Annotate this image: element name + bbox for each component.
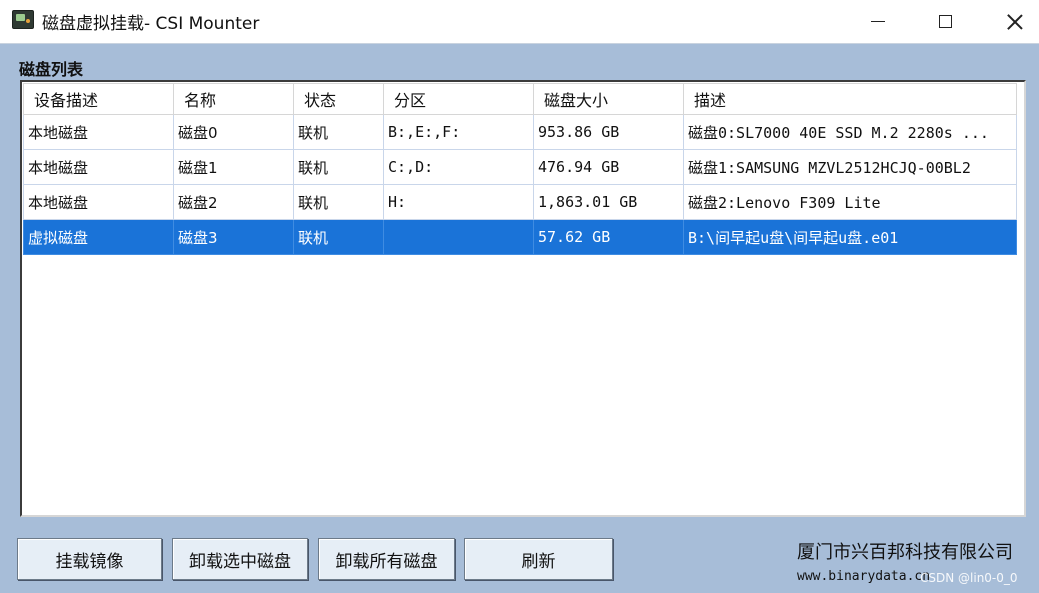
title-bar: 磁盘虚拟挂载- CSI Mounter [0,0,1039,44]
company-name: 厦门市兴百邦科技有限公司 [797,542,1013,563]
close-button[interactable] [985,0,1039,43]
column-header-name[interactable]: 名称 [173,83,294,115]
company-website: www.binarydata.cn [797,569,931,584]
cell-partitions [383,219,534,255]
maximize-icon [938,15,952,28]
cell-name: 磁盘2 [173,184,294,220]
cell-partitions: B:,E:,F: [383,114,534,150]
cell-description: 磁盘0:SL7000 40E SSD M.2 2280s ... [683,114,1017,150]
cell-description: 磁盘2:Lenovo F309 Lite [683,184,1017,220]
cell-name: 磁盘1 [173,149,294,185]
cell-name: 磁盘0 [173,114,294,150]
cell-device-type: 本地磁盘 [23,184,174,220]
table-row-selected[interactable]: 虚拟磁盘 磁盘3 联机 57.62 GB B:\间早起u盘\间早起u盘.e01 [23,219,1017,255]
window-title: 磁盘虚拟挂载- CSI Mounter [42,14,260,34]
column-header-description[interactable]: 描述 [683,83,1017,115]
cell-size: 476.94 GB [533,149,684,185]
app-disk-icon [12,10,34,29]
table-row[interactable]: 本地磁盘 磁盘0 联机 B:,E:,F: 953.86 GB 磁盘0:SL700… [23,114,1017,150]
disk-list-title: 磁盘列表 [19,60,84,79]
disk-list-view[interactable]: 设备描述 名称 状态 分区 磁盘大小 描述 本地磁盘 磁盘0 联机 B:,E:,… [20,80,1026,517]
cell-name: 磁盘3 [173,219,294,255]
mount-image-button[interactable]: 挂载镜像 [17,538,162,580]
close-icon [1007,14,1023,30]
cell-status: 联机 [293,114,384,150]
column-header-device-type[interactable]: 设备描述 [23,83,174,115]
cell-status: 联机 [293,149,384,185]
table-row[interactable]: 本地磁盘 磁盘2 联机 H: 1,863.01 GB 磁盘2:Lenovo F3… [23,184,1017,220]
column-header-size[interactable]: 磁盘大小 [533,83,684,115]
table-row[interactable]: 本地磁盘 磁盘1 联机 C:,D: 476.94 GB 磁盘1:SAMSUNG … [23,149,1017,185]
cell-device-type: 本地磁盘 [23,114,174,150]
cell-size: 1,863.01 GB [533,184,684,220]
watermark-text: CSDN @lin0-0_0 [920,571,1018,585]
column-header-status[interactable]: 状态 [293,83,384,115]
cell-size: 953.86 GB [533,114,684,150]
cell-description: B:\间早起u盘\间早起u盘.e01 [683,219,1017,255]
table-header-row: 设备描述 名称 状态 分区 磁盘大小 描述 [23,83,1017,115]
cell-device-type: 本地磁盘 [23,149,174,185]
unmount-selected-button[interactable]: 卸载选中磁盘 [172,538,308,580]
disk-table: 设备描述 名称 状态 分区 磁盘大小 描述 本地磁盘 磁盘0 联机 B:,E:,… [23,83,1017,255]
unmount-all-button[interactable]: 卸载所有磁盘 [318,538,455,580]
cell-status: 联机 [293,184,384,220]
minimize-button[interactable] [848,0,908,43]
cell-description: 磁盘1:SAMSUNG MZVL2512HCJQ-00BL2 [683,149,1017,185]
cell-status: 联机 [293,219,384,255]
cell-partitions: H: [383,184,534,220]
cell-device-type: 虚拟磁盘 [23,219,174,255]
refresh-button[interactable]: 刷新 [464,538,613,580]
cell-size: 57.62 GB [533,219,684,255]
maximize-button[interactable] [915,0,975,43]
column-header-partitions[interactable]: 分区 [383,83,534,115]
minimize-icon [871,20,885,23]
cell-partitions: C:,D: [383,149,534,185]
